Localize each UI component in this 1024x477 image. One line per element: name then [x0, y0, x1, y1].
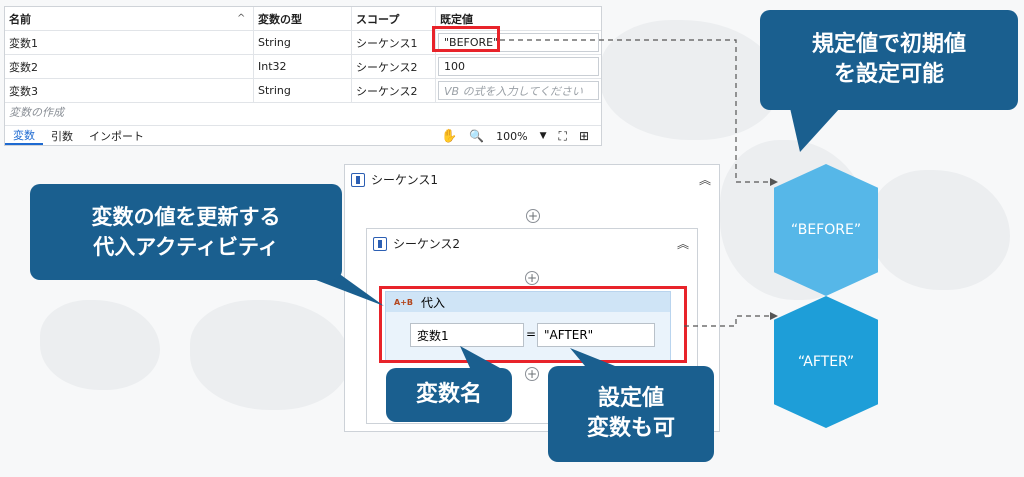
before-value-label: “BEFORE”	[790, 222, 862, 238]
callout-left-line1: 変数の値を更新する	[91, 205, 281, 229]
after-value-label: “AFTER”	[797, 354, 855, 370]
callout-right-line2: を設定可能	[833, 62, 944, 87]
variable-name-callout: 変数名	[386, 368, 512, 422]
name-callout-tail	[460, 346, 500, 368]
slide-canvas: 名前 ^ 変数の型 スコープ 既定値 変数1 String シーケンス1 "BE…	[0, 0, 1024, 477]
callout-name-label: 変数名	[415, 382, 482, 407]
set-callout-tail	[570, 348, 615, 366]
after-value-hexagon: “AFTER”	[774, 296, 878, 428]
assign-activity-callout: 変数の値を更新する 代入アクティビティ	[30, 184, 342, 280]
callout-left-line2: 代入アクティビティ	[93, 235, 279, 259]
right-callout-tail	[790, 108, 840, 152]
callout-set-line1: 設定値	[597, 386, 664, 411]
before-connector	[500, 39, 770, 183]
callout-right-line1: 規定値で初期値	[811, 32, 966, 57]
callout-set-line2: 変数も可	[586, 416, 675, 441]
after-connector	[684, 315, 770, 327]
set-value-callout: 設定値 変数も可	[548, 366, 714, 462]
arrow-head-icon	[770, 178, 778, 186]
before-value-hexagon: “BEFORE”	[774, 164, 878, 296]
default-value-callout: 規定値で初期値 を設定可能	[760, 10, 1018, 110]
